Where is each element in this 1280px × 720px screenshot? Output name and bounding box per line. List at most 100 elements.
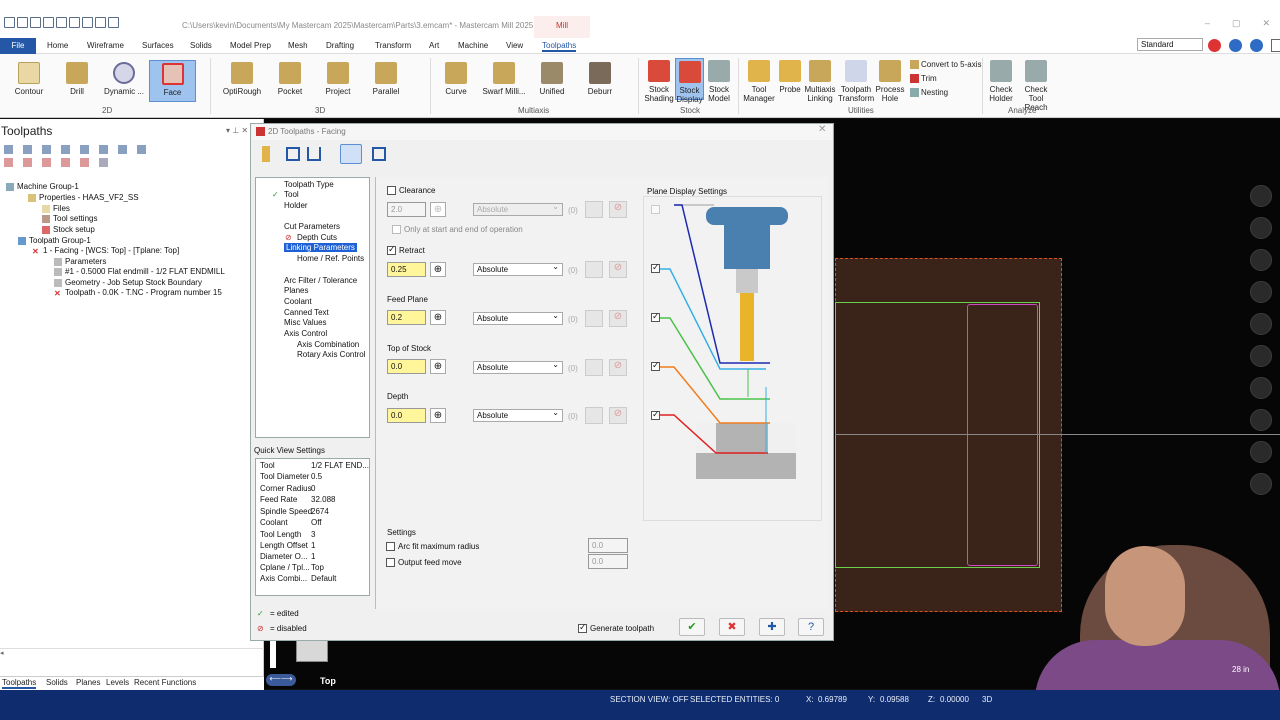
check-holder-button[interactable]: Check Holder (986, 60, 1016, 103)
top-of-stock-value[interactable]: 0.0 (387, 359, 426, 374)
apply-button[interactable]: ✚ (759, 618, 785, 636)
view-options-icon[interactable] (340, 144, 362, 164)
context-tab-mill[interactable]: Mill (534, 16, 590, 38)
nav-toolpath-type[interactable]: Toolpath Type (284, 180, 334, 189)
pan-icon[interactable] (1250, 217, 1272, 239)
tree-facing-op[interactable]: ✕ 1 - Facing - [WCS: Top] - [Tplane: Top] (32, 246, 179, 256)
depth-mode[interactable]: Absolute (473, 408, 563, 422)
nav-planes[interactable]: Planes (284, 286, 308, 295)
depth-reset-icon[interactable]: ⊘ (609, 407, 627, 424)
measure-icon[interactable] (1250, 441, 1272, 463)
tree-machine-group[interactable]: Machine Group-1 (6, 182, 79, 191)
panel-pin-icon[interactable]: ▾ ⊥ ✕ (226, 126, 248, 135)
settings-icon[interactable] (1250, 473, 1272, 495)
toggle-display-icon[interactable] (23, 158, 32, 167)
no-entry-icon[interactable] (1208, 39, 1221, 52)
rotate-icon[interactable] (1250, 249, 1272, 271)
tab-model-prep[interactable]: Model Prep (230, 41, 271, 50)
tree-files[interactable]: Files (42, 204, 70, 213)
save-defaults-icon[interactable] (286, 147, 300, 161)
minimize-icon[interactable]: – (1205, 18, 1210, 29)
zoom-in-icon[interactable] (1250, 185, 1272, 207)
open-file-icon[interactable] (17, 17, 28, 28)
project-button[interactable]: Project (320, 62, 356, 96)
print-icon[interactable] (56, 17, 67, 28)
face-button[interactable]: Face (149, 60, 196, 102)
toggle-post-icon[interactable] (42, 158, 51, 167)
depth-plane-toggle[interactable] (651, 409, 663, 421)
nav-holder[interactable]: Holder (284, 201, 308, 210)
tab-wireframe[interactable]: Wireframe (87, 41, 124, 50)
tab-toolpaths[interactable]: Toolpaths (542, 41, 577, 52)
nav-home-ref-points[interactable]: Home / Ref. Points (297, 254, 364, 263)
convert-5axis-button[interactable]: Convert to 5-axis (908, 60, 981, 70)
unified-button[interactable]: Unified (534, 62, 570, 96)
pocket-button[interactable]: Pocket (272, 62, 308, 96)
nav-axis-control[interactable]: Axis Control (284, 329, 327, 338)
tab-transform[interactable]: Transform (375, 41, 411, 50)
view-toggle-icon[interactable]: ⟵⟶ (266, 674, 296, 686)
move-down-icon[interactable] (61, 158, 70, 167)
trim-button[interactable]: Trim (908, 74, 937, 84)
top-of-stock-reset-icon[interactable]: ⊘ (609, 359, 627, 376)
retract-assoc-button[interactable] (585, 261, 603, 278)
check-tool-reach-button[interactable]: Check Tool Reach (1017, 60, 1055, 112)
nav-tool[interactable]: Tool (284, 190, 299, 199)
tree-tool-settings[interactable]: Tool settings (42, 214, 97, 223)
tab-view[interactable]: View (506, 41, 523, 50)
tree-geometry[interactable]: Geometry - Job Setup Stock Boundary (54, 278, 202, 287)
feed-plane-reset-icon[interactable]: ⊘ (609, 310, 627, 327)
toolpath-transform-button[interactable]: Toolpath Transform (838, 60, 874, 103)
tab-mesh[interactable]: Mesh (288, 41, 308, 50)
retract-plane-toggle[interactable] (651, 262, 663, 274)
clearance-pick-icon[interactable]: ⊕ (430, 202, 446, 217)
output-feed-checkbox[interactable]: Output feed move (386, 558, 462, 568)
depth-value[interactable]: 0.0 (387, 408, 426, 423)
optirough-button[interactable]: OptiRough (220, 62, 264, 96)
dynamic-button[interactable]: Dynamic ... (103, 62, 145, 96)
view-cube-icon[interactable] (1250, 313, 1272, 335)
print-preview-icon[interactable] (69, 17, 80, 28)
nav-canned-text[interactable]: Canned Text (284, 308, 329, 317)
tab-drafting[interactable]: Drafting (326, 41, 354, 50)
clearance-reset-icon[interactable]: ⊘ (609, 201, 627, 218)
insert-arrow-icon[interactable] (99, 158, 108, 167)
selected-entities-status[interactable]: SELECTED ENTITIES: 0 (690, 695, 779, 704)
move-up-icon[interactable] (80, 158, 89, 167)
workspace-select[interactable]: Standard (1137, 38, 1203, 51)
curve-button[interactable]: Curve (440, 62, 472, 96)
minimize-dialog-icon[interactable] (372, 147, 386, 161)
regen-icon[interactable] (42, 145, 51, 154)
tab-solids-panel[interactable]: Solids (46, 678, 68, 687)
tab-recent-functions[interactable]: Recent Functions (134, 678, 196, 687)
probe-button[interactable]: Probe (777, 60, 803, 94)
undo-icon[interactable] (95, 17, 106, 28)
regen-dirty-icon[interactable] (61, 145, 70, 154)
ok-button[interactable]: ✔ (679, 618, 705, 636)
tool-manager-button[interactable]: Tool Manager (742, 60, 776, 103)
nesting-button[interactable]: Nesting (908, 88, 948, 98)
drill-button[interactable]: Drill (62, 62, 92, 96)
help-icon[interactable] (1250, 39, 1263, 52)
maximize-icon[interactable]: ▢ (1232, 18, 1241, 29)
parallel-button[interactable]: Parallel (368, 62, 404, 96)
nav-cut-parameters[interactable]: Cut Parameters (284, 222, 340, 231)
shading-icon[interactable] (1250, 345, 1272, 367)
save-icon[interactable] (30, 17, 41, 28)
tab-surfaces[interactable]: Surfaces (142, 41, 174, 50)
nav-axis-combination[interactable]: Axis Combination (297, 340, 359, 349)
tool-library-icon[interactable] (262, 146, 270, 162)
top-stock-plane-toggle[interactable] (651, 360, 663, 372)
depth-pick-icon[interactable]: ⊕ (430, 408, 446, 423)
top-of-stock-mode[interactable]: Absolute (473, 360, 563, 374)
tab-home[interactable]: Home (47, 41, 68, 50)
simulate-icon[interactable] (118, 145, 127, 154)
stock-display-button[interactable]: Stock Display (675, 58, 704, 104)
feed-plane-toggle[interactable] (651, 311, 663, 323)
nav-linking-parameters[interactable]: Linking Parameters (284, 243, 357, 252)
export-icon[interactable] (307, 147, 321, 161)
retract-reset-icon[interactable]: ⊘ (609, 261, 627, 278)
contour-button[interactable]: Contour (10, 62, 48, 96)
retract-checkbox[interactable]: Retract (387, 244, 425, 256)
clearance-assoc-button[interactable] (585, 201, 603, 218)
